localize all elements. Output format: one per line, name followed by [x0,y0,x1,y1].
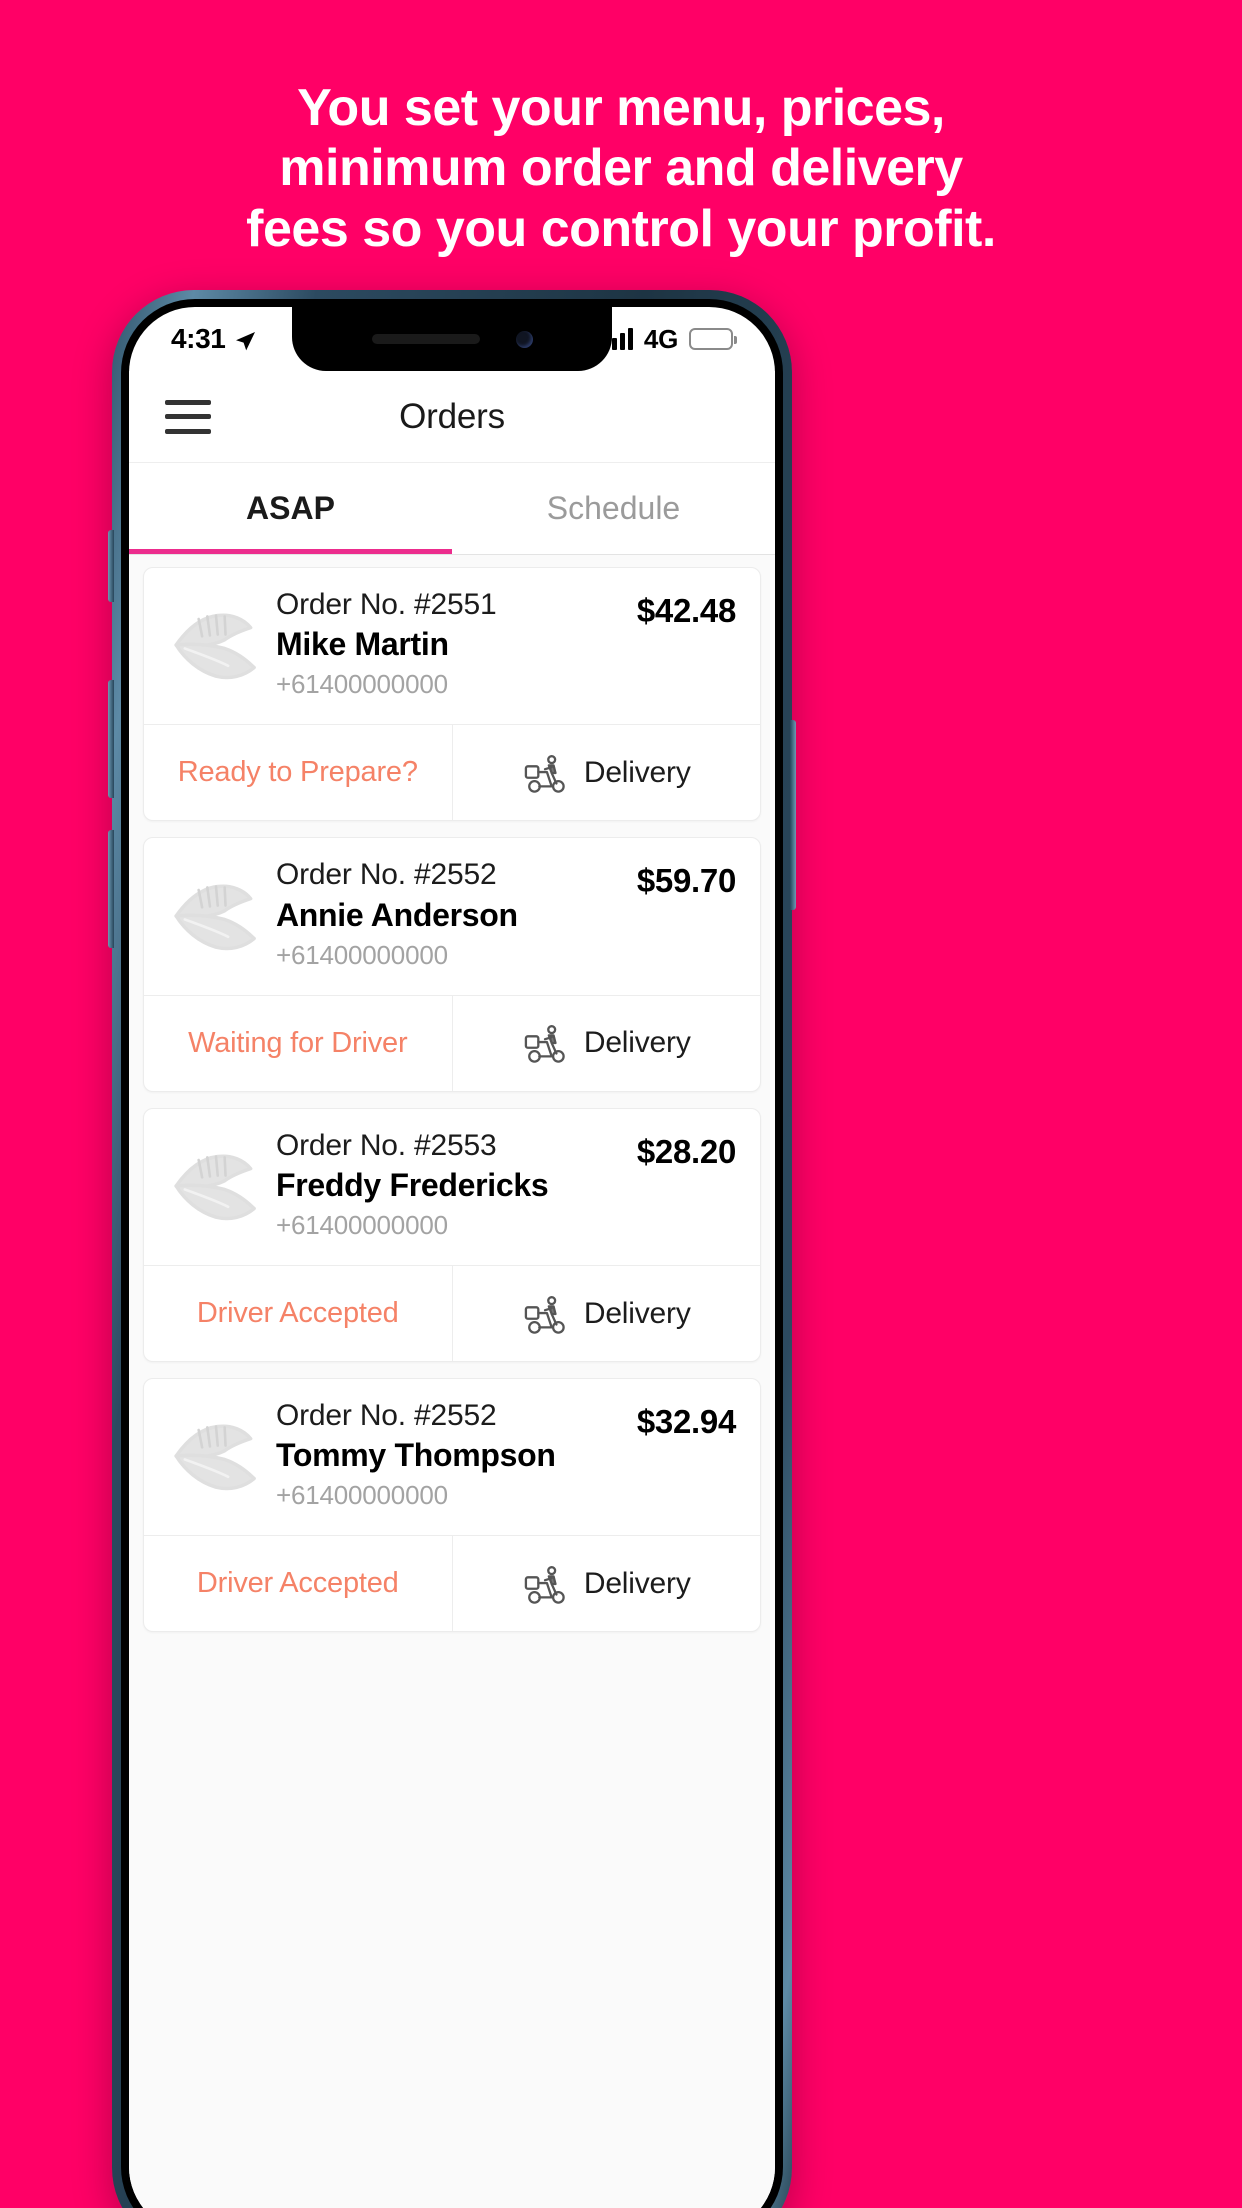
power-button[interactable] [790,720,796,910]
order-summary-row[interactable]: Order No. #2552 Tommy Thompson +61400000… [144,1379,760,1535]
tab-schedule[interactable]: Schedule [452,463,775,554]
order-number: Order No. #2552 [276,858,497,892]
order-details: Order No. #2553 Freddy Fredericks +61400… [270,1127,637,1245]
scooter-delivery-icon [522,752,568,794]
order-actions-row: Driver Accepted Delivery [144,1265,761,1362]
customer-phone: +61400000000 [276,1210,448,1241]
orders-list[interactable]: Order No. #2551 Mike Martin +61400000000… [129,555,775,2208]
order-card[interactable]: Order No. #2552 Tommy Thompson +61400000… [143,1378,761,1633]
network-type-label: 4G [643,323,678,354]
battery-low-icon [689,328,737,350]
order-summary-row[interactable]: Order No. #2553 Freddy Fredericks +61400… [144,1109,760,1265]
customer-phone: +61400000000 [276,1480,448,1511]
tab-asap[interactable]: ASAP [129,463,452,554]
order-status-button[interactable]: Driver Accepted [144,1266,453,1362]
status-time: 4:31 [171,323,226,354]
delivery-type-label: Delivery [583,755,691,789]
customer-name: Tommy Thompson [276,1437,556,1474]
phone-device-frame: 4:31 4G Orders ASAP Schedule Order No. #… [108,290,796,2208]
lips-logo-icon [162,864,270,968]
order-total: $42.48 [636,592,736,629]
order-number: Order No. #2553 [276,1128,497,1162]
customer-phone: +61400000000 [276,669,448,700]
order-delivery-type: Delivery [453,1536,761,1631]
order-actions-row: Waiting for Driver Delivery [144,994,761,1091]
order-tabs: ASAP Schedule [129,463,775,555]
order-card[interactable]: Order No. #2552 Annie Anderson +61400000… [143,837,761,1092]
lips-logo-icon [162,1404,270,1508]
delivery-type-label: Delivery [583,1566,691,1600]
status-bar-left: 4:31 [171,323,256,355]
promo-headline: You set your menu, prices, minimum order… [0,78,1242,259]
promo-headline-line-2: minimum order and delivery [279,139,963,198]
volume-up-button[interactable] [108,680,114,798]
order-actions-row: Driver Accepted Delivery [144,1535,761,1632]
order-details: Order No. #2552 Annie Anderson +61400000… [270,856,637,974]
location-arrow-icon [234,328,256,351]
scooter-delivery-icon [522,1563,568,1605]
silent-switch-button[interactable] [108,530,114,602]
promo-headline-line-1: You set your menu, prices, [297,79,945,137]
order-delivery-type: Delivery [453,996,761,1091]
page-title: Orders [399,396,505,436]
phone-notch [292,307,612,371]
phone-bezel: 4:31 4G Orders ASAP Schedule Order No. #… [121,299,783,2208]
order-card[interactable]: Order No. #2551 Mike Martin +61400000000… [143,567,761,822]
app-header: Orders [129,371,775,463]
order-status-button[interactable]: Driver Accepted [144,1536,453,1632]
customer-name: Freddy Fredericks [276,1167,549,1204]
phone-screen: 4:31 4G Orders ASAP Schedule Order No. #… [129,307,775,2208]
status-bar-right: 4G [603,323,737,355]
order-actions-row: Ready to Prepare? Delivery [144,724,761,821]
order-card[interactable]: Order No. #2553 Freddy Fredericks +61400… [143,1107,761,1363]
hamburger-menu-icon[interactable] [165,399,211,434]
order-details: Order No. #2551 Mike Martin +61400000000 [270,586,637,704]
order-total: $28.20 [636,1132,736,1170]
scooter-delivery-icon [522,1293,568,1335]
scooter-delivery-icon [522,1022,568,1064]
order-number: Order No. #2551 [276,588,497,621]
promo-headline-line-3: fees so you control your profit. [246,199,996,258]
order-status-button[interactable]: Waiting for Driver [144,995,453,1091]
order-delivery-type: Delivery [453,725,761,820]
lips-logo-icon [162,1134,270,1238]
delivery-type-label: Delivery [583,1296,691,1330]
earpiece-speaker-icon [371,334,480,344]
order-number: Order No. #2552 [276,1399,497,1433]
volume-down-button[interactable] [108,830,114,948]
order-summary-row[interactable]: Order No. #2551 Mike Martin +61400000000… [144,568,760,724]
order-delivery-type: Delivery [453,1266,761,1361]
front-camera-icon [515,330,533,348]
order-total: $32.94 [636,1403,736,1441]
delivery-type-label: Delivery [583,1026,691,1060]
order-summary-row[interactable]: Order No. #2552 Annie Anderson +61400000… [144,838,760,994]
lips-logo-icon [162,593,270,697]
order-status-button[interactable]: Ready to Prepare? [144,725,453,821]
order-details: Order No. #2552 Tommy Thompson +61400000… [270,1397,637,1515]
customer-phone: +61400000000 [276,939,448,970]
customer-name: Annie Anderson [276,896,518,933]
order-total: $59.70 [636,862,736,900]
customer-name: Mike Martin [276,626,449,663]
promo-screenshot: You set your menu, prices, minimum order… [0,0,1242,2208]
